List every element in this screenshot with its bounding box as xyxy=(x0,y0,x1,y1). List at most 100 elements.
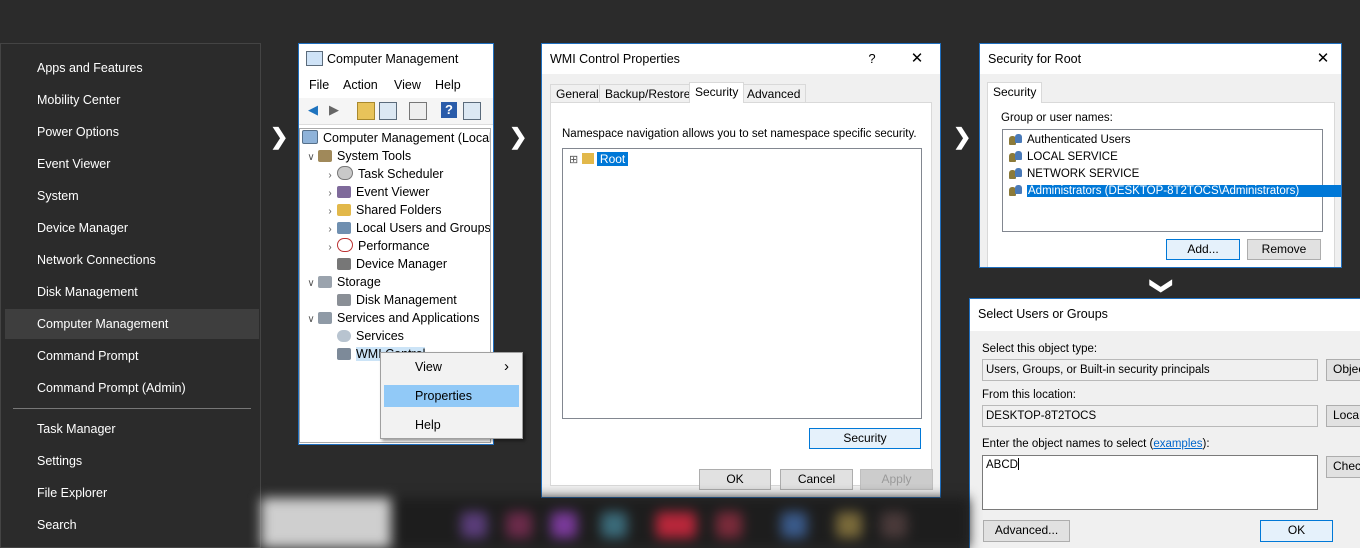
disk-icon xyxy=(337,294,351,306)
list-item-selected[interactable]: Administrators (DESKTOP-8T2TOCS\Administ… xyxy=(1003,183,1341,200)
collapse-icon[interactable]: ∨ xyxy=(304,275,318,293)
submenu-arrow-icon: › xyxy=(504,358,509,375)
namespace-tree[interactable]: ⊞ Root xyxy=(562,148,922,419)
object-names-input[interactable]: ABCD xyxy=(982,455,1318,510)
add-button[interactable]: Add... xyxy=(1166,239,1240,260)
ok-button[interactable]: OK xyxy=(699,469,771,490)
folder-icon xyxy=(581,153,594,164)
tab-security[interactable]: Security xyxy=(987,82,1043,103)
expand-icon[interactable]: ⊞ xyxy=(569,154,578,166)
menu-separator xyxy=(13,408,251,409)
context-menu: View › Properties Help xyxy=(380,352,523,439)
tree-node-services[interactable]: Services xyxy=(323,327,404,345)
close-icon[interactable]: ✕ xyxy=(1304,44,1341,74)
tab-backup-restore[interactable]: Backup/Restore xyxy=(599,84,697,103)
dialog-body: Security Group or user names: Authentica… xyxy=(980,74,1341,267)
menu-item-disk-management[interactable]: Disk Management xyxy=(5,277,259,307)
menu-item-system[interactable]: System xyxy=(5,181,259,211)
tab-general[interactable]: General xyxy=(550,84,605,103)
tree-node-storage[interactable]: ∨ Storage xyxy=(304,273,380,293)
forward-icon[interactable]: ▶ xyxy=(326,102,342,118)
list-item[interactable]: LOCAL SERVICE xyxy=(1003,149,1118,166)
group-names-label: Group or user names: xyxy=(1001,112,1113,124)
tab-advanced[interactable]: Advanced xyxy=(741,84,807,103)
apply-button[interactable]: Apply xyxy=(860,469,933,490)
help-icon[interactable]: ? xyxy=(849,44,895,74)
tab-security[interactable]: Security xyxy=(689,82,745,103)
folder-up-icon[interactable] xyxy=(357,102,375,120)
collapse-icon[interactable]: ∨ xyxy=(304,311,318,329)
group-icon xyxy=(1009,184,1023,196)
context-item-help[interactable]: Help xyxy=(384,414,519,436)
tree-node-event-viewer[interactable]: › Event Viewer xyxy=(323,183,429,201)
group-icon xyxy=(1009,150,1023,162)
list-item[interactable]: NETWORK SERVICE xyxy=(1003,166,1139,183)
tree-node-shared-folders[interactable]: › Shared Folders xyxy=(323,201,441,219)
menu-item-event-viewer[interactable]: Event Viewer xyxy=(5,149,259,179)
winx-menu: Apps and Features Mobility Center Power Op… xyxy=(0,43,261,548)
tree-node-device-manager[interactable]: Device Manager xyxy=(323,255,447,273)
security-for-root-dialog: Security for Root ✕ Security Group or us… xyxy=(979,43,1342,268)
help-icon[interactable]: ? xyxy=(441,102,457,118)
location-label: From this location: xyxy=(982,389,1076,401)
group-icon xyxy=(1009,167,1023,179)
namespace-description: Namespace navigation allows you to set n… xyxy=(562,128,917,140)
menu-view[interactable]: View xyxy=(394,78,421,92)
dialog-body: General Backup/Restore Security Advanced… xyxy=(542,74,940,497)
examples-link[interactable]: examples xyxy=(1153,438,1202,450)
tree-node-disk-management[interactable]: Disk Management xyxy=(323,291,457,309)
menu-item-power-options[interactable]: Power Options xyxy=(5,117,259,147)
show-hide-tree-icon[interactable] xyxy=(379,102,397,120)
ok-button[interactable]: OK xyxy=(1260,520,1333,542)
back-icon[interactable]: ◀ xyxy=(305,102,321,118)
collapse-icon[interactable]: ∨ xyxy=(304,149,318,167)
menu-item-mobility-center[interactable]: Mobility Center xyxy=(5,85,259,115)
security-button[interactable]: Security xyxy=(809,428,921,449)
properties-icon[interactable] xyxy=(409,102,427,120)
context-item-properties[interactable]: Properties xyxy=(384,385,519,407)
menu-item-command-prompt[interactable]: Command Prompt xyxy=(5,341,259,371)
cancel-button[interactable]: Cancel xyxy=(780,469,853,490)
tree-node-performance[interactable]: › Performance xyxy=(323,237,430,255)
list-item[interactable]: Authenticated Users xyxy=(1003,132,1131,149)
tree-node-local-users[interactable]: › Local Users and Groups xyxy=(323,219,490,237)
menu-item-network-connections[interactable]: Network Connections xyxy=(5,245,259,275)
arrow-right-3: ❯ xyxy=(953,124,972,149)
dialog-title: Security for Root xyxy=(988,52,1082,66)
remove-button[interactable]: Remove xyxy=(1247,239,1321,260)
tree-node-system-tools[interactable]: ∨ System Tools xyxy=(304,147,411,165)
menu-item-search[interactable]: Search xyxy=(5,510,259,540)
window-title: Computer Management xyxy=(327,52,459,66)
action-pane-icon[interactable] xyxy=(463,102,481,120)
tree-node-root[interactable]: Computer Management (Local xyxy=(302,129,490,147)
namespace-root-label: Root xyxy=(596,152,629,166)
tree-node-services-apps[interactable]: ∨ Services and Applications xyxy=(304,309,479,327)
menu-item-command-prompt-admin[interactable]: Command Prompt (Admin) xyxy=(5,373,259,403)
tree-node-task-scheduler[interactable]: › Task Scheduler xyxy=(323,165,443,183)
object-types-button[interactable]: Objec xyxy=(1326,359,1360,381)
object-type-field: Users, Groups, or Built-in security prin… xyxy=(982,359,1318,381)
menu-item-task-manager[interactable]: Task Manager xyxy=(5,414,259,444)
namespace-root-node[interactable]: ⊞ Root xyxy=(569,151,629,167)
menu-help[interactable]: Help xyxy=(435,78,461,92)
locations-button[interactable]: Loca xyxy=(1326,405,1360,427)
menu-item-device-manager[interactable]: Device Manager xyxy=(5,213,259,243)
performance-icon xyxy=(337,238,353,252)
menu-item-apps-and-features[interactable]: Apps and Features xyxy=(5,53,259,83)
menu-item-computer-management[interactable]: Computer Management xyxy=(5,309,259,339)
location-field: DESKTOP-8T2TOCS xyxy=(982,405,1318,427)
menu-item-settings[interactable]: Settings xyxy=(5,446,259,476)
advanced-button[interactable]: Advanced... xyxy=(983,520,1070,542)
menu-file[interactable]: File xyxy=(309,78,329,92)
menu-action[interactable]: Action xyxy=(343,78,378,92)
wmi-control-icon xyxy=(337,348,351,360)
wmi-control-properties-dialog: WMI Control Properties ? ✕ General Backu… xyxy=(541,43,941,498)
object-names-label: Enter the object names to select (exampl… xyxy=(982,438,1210,450)
close-icon[interactable]: ✕ xyxy=(894,44,940,74)
toolbar: ◀ ▶ ? xyxy=(299,98,493,125)
menu-item-file-explorer[interactable]: File Explorer xyxy=(5,478,259,508)
arrow-down: ❯ xyxy=(1150,276,1176,296)
check-names-button[interactable]: Chec xyxy=(1326,456,1360,478)
context-item-view[interactable]: View › xyxy=(384,356,519,378)
dialog-title: Select Users or Groups xyxy=(978,307,1108,321)
